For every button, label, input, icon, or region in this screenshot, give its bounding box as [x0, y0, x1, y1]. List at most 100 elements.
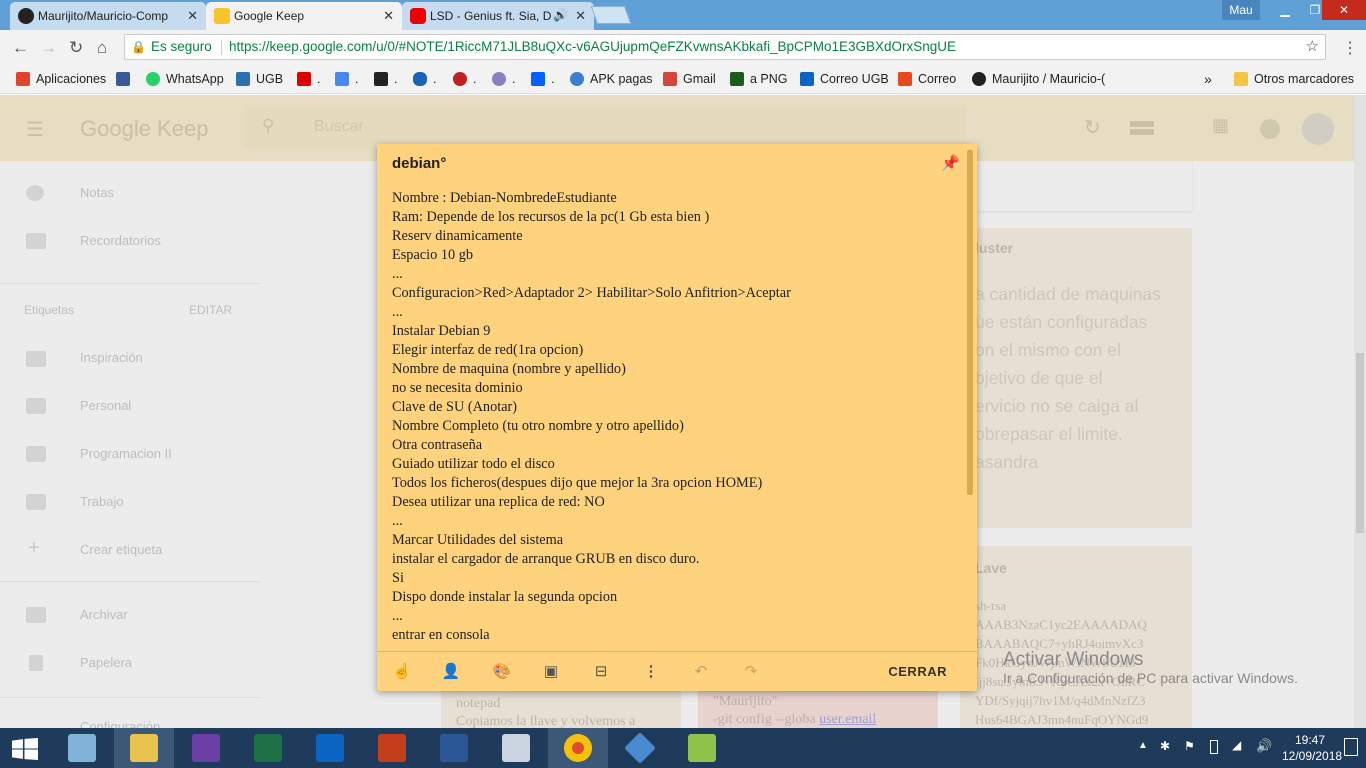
bookmark-pokeball[interactable]: .: [453, 71, 476, 87]
reload-icon[interactable]: ↻: [69, 38, 83, 58]
speaker-icon[interactable]: 🔊: [553, 8, 568, 22]
bookmark-apps[interactable]: Aplicaciones: [16, 71, 106, 87]
profile-button[interactable]: Mau: [1222, 0, 1260, 20]
redo-icon[interactable]: ↷: [741, 662, 761, 682]
chevron-up-icon[interactable]: ▲: [1138, 740, 1148, 751]
x-icon: [374, 72, 388, 86]
taskbar-app-explorer[interactable]: [114, 728, 174, 768]
collaborator-icon[interactable]: 👤: [441, 662, 461, 682]
note-body[interactable]: Nombre : Debian-NombredeEstudiante Ram: …: [392, 189, 962, 644]
forward-icon[interactable]: →: [40, 38, 57, 58]
star-icon[interactable]: ☆: [1306, 35, 1319, 59]
bookmark-correo-ugb[interactable]: Correo UGB: [800, 71, 889, 87]
tab-youtube[interactable]: LSD - Genius ft. Sia, D 🔊 ✕: [402, 2, 594, 30]
bookmark-translate[interactable]: .: [335, 71, 358, 87]
word-icon: [440, 734, 468, 762]
bookmark-correo[interactable]: Correo: [898, 71, 956, 87]
lock-icon: 🔒: [131, 40, 146, 54]
apps-grid-icon: [16, 72, 30, 86]
wifi-icon[interactable]: ◢: [1232, 738, 1241, 752]
note-line: ...: [392, 608, 403, 624]
volume-icon[interactable]: 🔊: [1256, 738, 1272, 754]
archive-icon[interactable]: ⊟: [591, 662, 611, 682]
bookmark-ugb[interactable]: UGB: [236, 71, 283, 87]
bookmark-youtube[interactable]: .: [297, 71, 320, 87]
bookmark-gmail[interactable]: Gmail: [663, 71, 716, 87]
note-line: Nombre de maquina (nombre y apellido): [392, 361, 626, 377]
url-text[interactable]: https://keep.google.com/u/0/#NOTE/1RiccM…: [229, 35, 956, 59]
browser-toolbar: ← → ↻ ⌂ 🔒 Es seguro https://keep.google.…: [0, 30, 1366, 64]
address-bar[interactable]: 🔒 Es seguro https://keep.google.com/u/0/…: [124, 34, 1326, 60]
whatsapp-icon: [146, 72, 160, 86]
pokeball-icon: [453, 72, 467, 86]
taskbar-app-chrome[interactable]: [548, 728, 608, 768]
other-bookmarks[interactable]: Otros marcadores: [1234, 71, 1354, 87]
git-icon: [624, 732, 656, 764]
bookmark-facebook[interactable]: [116, 71, 136, 87]
bookmarks-bar: Aplicaciones WhatsApp UGB . . . . . . . …: [0, 64, 1366, 94]
notification-center-icon[interactable]: [1344, 738, 1358, 756]
taskbar-app-git[interactable]: [610, 728, 670, 768]
bookmark-label: .: [433, 72, 437, 86]
note-line: Configuracion>Red>Adaptador 2> Habilitar…: [392, 285, 791, 301]
bookmark-github[interactable]: Maurijito / Mauricio-(: [972, 71, 1105, 87]
close-button[interactable]: CERRAR: [888, 664, 947, 679]
bluetooth-icon[interactable]: ✱: [1160, 739, 1170, 753]
minimize-icon[interactable]: ▁: [1270, 0, 1300, 20]
taskbar-app-paint[interactable]: [52, 728, 112, 768]
note-title[interactable]: debian°: [392, 155, 446, 172]
youtube-icon: [297, 72, 311, 86]
close-icon[interactable]: ✕: [187, 8, 198, 24]
bookmark-cloud[interactable]: .: [413, 71, 436, 87]
note-line: Dispo donde instalar la segunda opcion: [392, 589, 618, 605]
tab-label: Maurijito/Mauricio-Comp: [38, 9, 169, 23]
taskbar-app-powerpoint[interactable]: [362, 728, 422, 768]
tab-github[interactable]: Maurijito/Mauricio-Comp ✕: [10, 2, 206, 30]
bookmark-label: Correo UGB: [820, 72, 889, 86]
activate-windows-watermark: Activar Windows Ir a Configuración de PC…: [985, 650, 1298, 688]
bookmark-png[interactable]: a PNG: [730, 71, 788, 87]
folder-icon: [130, 734, 158, 762]
note-line: Nombre : Debian-NombredeEstudiante: [392, 190, 617, 206]
taskbar-app-notepad[interactable]: [672, 728, 732, 768]
virtualbox-icon: [502, 734, 530, 762]
tab-google-keep[interactable]: Google Keep ✕: [206, 2, 402, 30]
bookmark-circle[interactable]: .: [492, 71, 515, 87]
more-icon[interactable]: ⋮: [641, 662, 661, 682]
note-line: Espacio 10 gb: [392, 247, 473, 263]
bookmark-whatsapp[interactable]: WhatsApp: [146, 71, 224, 87]
close-icon[interactable]: ✕: [575, 8, 586, 24]
pin-icon[interactable]: 📌: [941, 154, 960, 172]
note-line: instalar el cargador de arranque GRUB en…: [392, 551, 700, 567]
bookmark-apk[interactable]: APK pagas: [570, 71, 653, 87]
close-icon[interactable]: ✕: [383, 8, 394, 24]
undo-icon[interactable]: ↶: [691, 662, 711, 682]
taskbar-app-virtualbox[interactable]: [486, 728, 546, 768]
taskbar-app-excel[interactable]: [238, 728, 298, 768]
flag-icon[interactable]: ⚑: [1184, 739, 1195, 753]
clock[interactable]: 19:47 12/09/2018: [1282, 732, 1342, 764]
taskbar-app-visual-studio[interactable]: [176, 728, 236, 768]
note-scrollbar[interactable]: [967, 150, 973, 495]
reminder-icon[interactable]: ☝: [392, 662, 412, 682]
note-line: Guiado utilizar todo el disco: [392, 456, 555, 472]
bookmark-dropbox[interactable]: .: [531, 71, 554, 87]
bookmark-label: .: [355, 72, 359, 86]
note-line: ...: [392, 513, 403, 529]
taskbar-app-outlook[interactable]: [300, 728, 360, 768]
note-line: Desea utilizar una replica de red: NO: [392, 494, 605, 510]
note-line: no se necesita dominio: [392, 380, 523, 396]
image-icon[interactable]: ▣: [541, 662, 561, 682]
more-bookmarks-button[interactable]: »: [1204, 71, 1212, 87]
bookmark-x[interactable]: .: [374, 71, 397, 87]
battery-icon[interactable]: [1210, 740, 1218, 754]
menu-icon[interactable]: ⋮: [1342, 38, 1358, 58]
folder-icon: [1234, 72, 1248, 86]
back-icon[interactable]: ←: [12, 38, 29, 58]
palette-icon[interactable]: 🎨: [492, 662, 512, 682]
home-icon[interactable]: ⌂: [97, 38, 107, 58]
new-tab-button[interactable]: [590, 6, 632, 24]
excel-icon: [254, 734, 282, 762]
taskbar-app-word[interactable]: [424, 728, 484, 768]
window-close-icon[interactable]: ✕: [1322, 0, 1366, 20]
